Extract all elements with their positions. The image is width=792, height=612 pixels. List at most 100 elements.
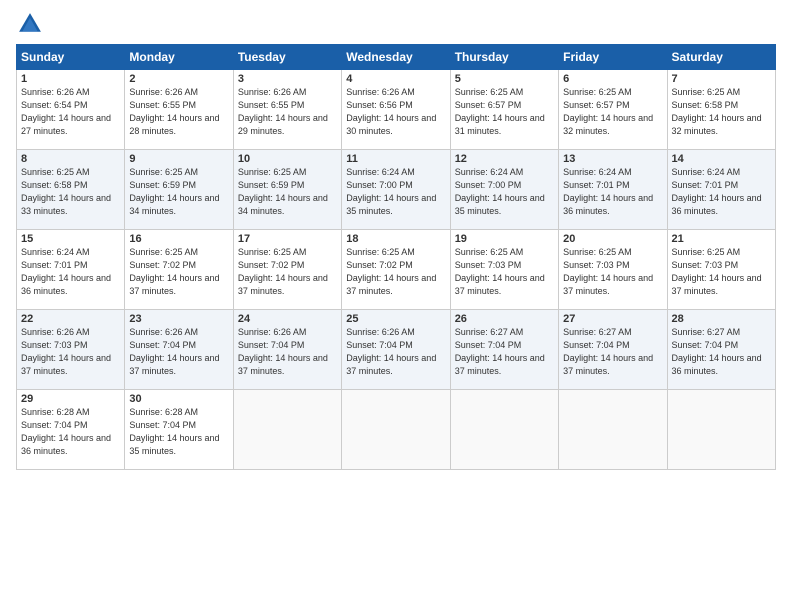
calendar-cell: 6 Sunrise: 6:25 AMSunset: 6:57 PMDaylight…: [559, 70, 667, 150]
calendar-col-wednesday: Wednesday: [342, 45, 450, 70]
day-number: 28: [672, 313, 771, 325]
calendar-cell: 23Sunrise: 6:26 AMSunset: 7:04 PMDayligh…: [125, 310, 233, 390]
calendar-cell: [342, 390, 450, 470]
calendar-cell: [559, 390, 667, 470]
day-number: 5: [455, 73, 554, 85]
day-number: 8: [21, 153, 120, 165]
calendar-week-4: 22Sunrise: 6:26 AMSunset: 7:03 PMDayligh…: [17, 310, 776, 390]
calendar-cell: 24 Sunrise: 6:26 AMSunset: 7:04 PMDayligh…: [233, 310, 341, 390]
logo-icon: [16, 10, 44, 38]
day-number: 21: [672, 233, 771, 245]
calendar-col-sunday: Sunday: [17, 45, 125, 70]
day-number: 3: [238, 73, 337, 85]
day-number: 10: [238, 153, 337, 165]
day-number: 4: [346, 73, 445, 85]
calendar-cell: 19 Sunrise: 6:25 AMSunset: 7:03 PMDayligh…: [450, 230, 558, 310]
day-number: 16: [129, 233, 228, 245]
day-info: Sunrise: 6:24 AMSunset: 7:00 PMDaylight:…: [346, 167, 436, 216]
page: SundayMondayTuesdayWednesdayThursdayFrid…: [0, 0, 792, 612]
day-info: Sunrise: 6:26 AMSunset: 7:04 PMDaylight:…: [129, 327, 219, 376]
calendar-cell: 9 Sunrise: 6:25 AMSunset: 6:59 PMDaylight…: [125, 150, 233, 230]
day-number: 24: [238, 313, 337, 325]
calendar-cell: 18 Sunrise: 6:25 AMSunset: 7:02 PMDayligh…: [342, 230, 450, 310]
day-info: Sunrise: 6:27 AMSunset: 7:04 PMDaylight:…: [455, 327, 545, 376]
calendar-week-5: 29 Sunrise: 6:28 AMSunset: 7:04 PMDayligh…: [17, 390, 776, 470]
day-number: 11: [346, 153, 445, 165]
day-info: Sunrise: 6:26 AMSunset: 6:56 PMDaylight:…: [346, 87, 436, 136]
day-info: Sunrise: 6:24 AMSunset: 7:00 PMDaylight:…: [455, 167, 545, 216]
day-number: 22: [21, 313, 120, 325]
calendar-cell: 15 Sunrise: 6:24 AMSunset: 7:01 PMDayligh…: [17, 230, 125, 310]
day-info: Sunrise: 6:27 AMSunset: 7:04 PMDaylight:…: [672, 327, 762, 376]
day-info: Sunrise: 6:26 AMSunset: 6:55 PMDaylight:…: [238, 87, 328, 136]
day-info: Sunrise: 6:28 AMSunset: 7:04 PMDaylight:…: [129, 407, 219, 456]
calendar-week-2: 8 Sunrise: 6:25 AMSunset: 6:58 PMDaylight…: [17, 150, 776, 230]
day-info: Sunrise: 6:25 AMSunset: 7:02 PMDaylight:…: [238, 247, 328, 296]
calendar-col-tuesday: Tuesday: [233, 45, 341, 70]
day-info: Sunrise: 6:28 AMSunset: 7:04 PMDaylight:…: [21, 407, 111, 456]
header: [16, 10, 776, 38]
calendar-cell: 8 Sunrise: 6:25 AMSunset: 6:58 PMDaylight…: [17, 150, 125, 230]
calendar-cell: 10Sunrise: 6:25 AMSunset: 6:59 PMDayligh…: [233, 150, 341, 230]
day-number: 2: [129, 73, 228, 85]
day-info: Sunrise: 6:25 AMSunset: 6:58 PMDaylight:…: [21, 167, 111, 216]
calendar-cell: [233, 390, 341, 470]
day-number: 27: [563, 313, 662, 325]
day-number: 18: [346, 233, 445, 245]
day-number: 9: [129, 153, 228, 165]
day-number: 12: [455, 153, 554, 165]
day-info: Sunrise: 6:25 AMSunset: 6:59 PMDaylight:…: [129, 167, 219, 216]
day-number: 6: [563, 73, 662, 85]
calendar-cell: 22Sunrise: 6:26 AMSunset: 7:03 PMDayligh…: [17, 310, 125, 390]
calendar-cell: 20Sunrise: 6:25 AMSunset: 7:03 PMDayligh…: [559, 230, 667, 310]
calendar-cell: 13Sunrise: 6:24 AMSunset: 7:01 PMDayligh…: [559, 150, 667, 230]
calendar-cell: 2 Sunrise: 6:26 AMSunset: 6:55 PMDaylight…: [125, 70, 233, 150]
calendar-cell: 14 Sunrise: 6:24 AMSunset: 7:01 PMDayligh…: [667, 150, 775, 230]
calendar-header-row: SundayMondayTuesdayWednesdayThursdayFrid…: [17, 45, 776, 70]
day-info: Sunrise: 6:27 AMSunset: 7:04 PMDaylight:…: [563, 327, 653, 376]
day-number: 14: [672, 153, 771, 165]
day-info: Sunrise: 6:25 AMSunset: 7:02 PMDaylight:…: [346, 247, 436, 296]
day-number: 13: [563, 153, 662, 165]
calendar-table: SundayMondayTuesdayWednesdayThursdayFrid…: [16, 44, 776, 470]
day-info: Sunrise: 6:26 AMSunset: 6:55 PMDaylight:…: [129, 87, 219, 136]
calendar-cell: 3 Sunrise: 6:26 AMSunset: 6:55 PMDaylight…: [233, 70, 341, 150]
day-number: 7: [672, 73, 771, 85]
day-info: Sunrise: 6:25 AMSunset: 7:03 PMDaylight:…: [672, 247, 762, 296]
calendar-cell: 1Sunrise: 6:26 AMSunset: 6:54 PMDaylight…: [17, 70, 125, 150]
day-number: 29: [21, 393, 120, 405]
day-info: Sunrise: 6:25 AMSunset: 6:57 PMDaylight:…: [455, 87, 545, 136]
day-info: Sunrise: 6:24 AMSunset: 7:01 PMDaylight:…: [21, 247, 111, 296]
day-info: Sunrise: 6:25 AMSunset: 7:02 PMDaylight:…: [129, 247, 219, 296]
calendar-cell: 21 Sunrise: 6:25 AMSunset: 7:03 PMDayligh…: [667, 230, 775, 310]
day-info: Sunrise: 6:24 AMSunset: 7:01 PMDaylight:…: [672, 167, 762, 216]
calendar-week-3: 15 Sunrise: 6:24 AMSunset: 7:01 PMDayligh…: [17, 230, 776, 310]
day-number: 15: [21, 233, 120, 245]
day-number: 25: [346, 313, 445, 325]
calendar-col-friday: Friday: [559, 45, 667, 70]
calendar-cell: [450, 390, 558, 470]
calendar-cell: 7 Sunrise: 6:25 AMSunset: 6:58 PMDaylight…: [667, 70, 775, 150]
calendar-cell: 27 Sunrise: 6:27 AMSunset: 7:04 PMDayligh…: [559, 310, 667, 390]
calendar-week-1: 1Sunrise: 6:26 AMSunset: 6:54 PMDaylight…: [17, 70, 776, 150]
day-info: Sunrise: 6:26 AMSunset: 6:54 PMDaylight:…: [21, 87, 111, 136]
calendar-cell: 29 Sunrise: 6:28 AMSunset: 7:04 PMDayligh…: [17, 390, 125, 470]
calendar-cell: 17 Sunrise: 6:25 AMSunset: 7:02 PMDayligh…: [233, 230, 341, 310]
day-number: 30: [129, 393, 228, 405]
calendar-cell: 30 Sunrise: 6:28 AMSunset: 7:04 PMDayligh…: [125, 390, 233, 470]
day-number: 19: [455, 233, 554, 245]
day-info: Sunrise: 6:25 AMSunset: 7:03 PMDaylight:…: [563, 247, 653, 296]
logo: [16, 10, 48, 38]
calendar-cell: 11 Sunrise: 6:24 AMSunset: 7:00 PMDayligh…: [342, 150, 450, 230]
calendar-cell: 12 Sunrise: 6:24 AMSunset: 7:00 PMDayligh…: [450, 150, 558, 230]
calendar-cell: [667, 390, 775, 470]
day-number: 17: [238, 233, 337, 245]
calendar-cell: 16 Sunrise: 6:25 AMSunset: 7:02 PMDayligh…: [125, 230, 233, 310]
day-info: Sunrise: 6:25 AMSunset: 7:03 PMDaylight:…: [455, 247, 545, 296]
day-info: Sunrise: 6:26 AMSunset: 7:04 PMDaylight:…: [238, 327, 328, 376]
day-number: 26: [455, 313, 554, 325]
calendar-cell: 4 Sunrise: 6:26 AMSunset: 6:56 PMDaylight…: [342, 70, 450, 150]
day-info: Sunrise: 6:25 AMSunset: 6:58 PMDaylight:…: [672, 87, 762, 136]
calendar-cell: 26 Sunrise: 6:27 AMSunset: 7:04 PMDayligh…: [450, 310, 558, 390]
day-info: Sunrise: 6:25 AMSunset: 6:57 PMDaylight:…: [563, 87, 653, 136]
